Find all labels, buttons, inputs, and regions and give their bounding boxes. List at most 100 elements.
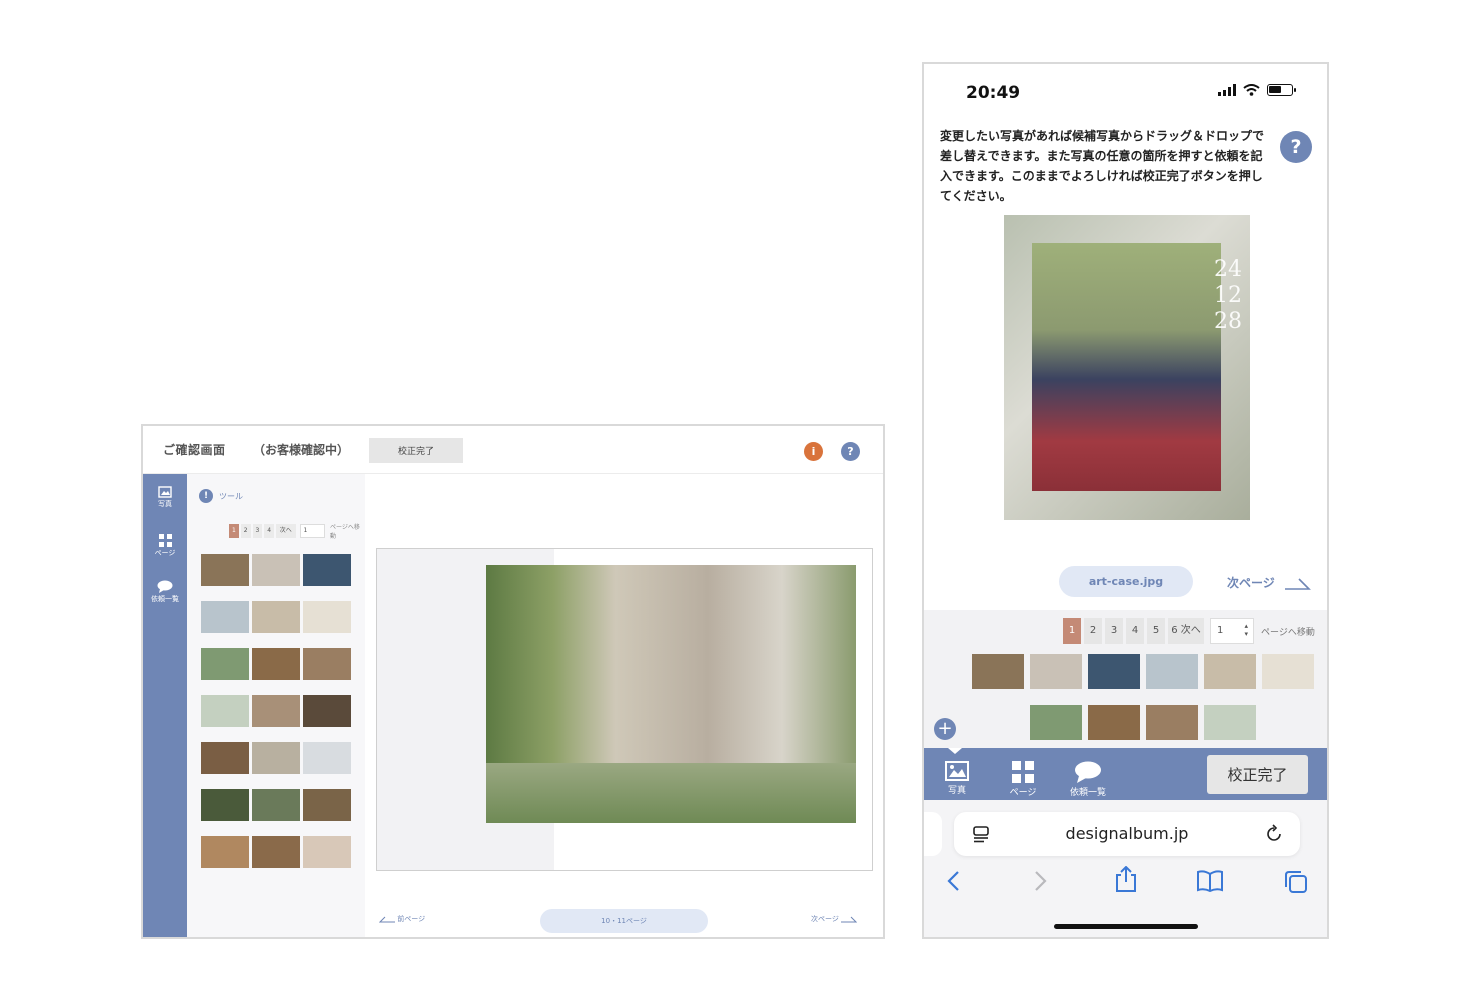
photo-candidate-panel: ! ツール 1 2 3 4 次へ 1 ページへ移動 [187,474,365,937]
photo-thumbnail[interactable] [303,554,351,586]
cover-photo[interactable] [1032,243,1221,491]
photo-thumbnail[interactable] [303,648,351,680]
photo-thumbnail[interactable] [303,601,351,633]
page-1[interactable]: 1 [1063,618,1081,644]
photo-thumbnail[interactable] [201,695,249,727]
speech-bubble-icon [157,580,173,593]
photo-thumbnail[interactable] [303,742,351,774]
photo-thumbnail[interactable] [252,648,300,680]
help-icon[interactable]: ? [841,442,860,461]
photo-thumbnail[interactable] [972,654,1024,689]
photo-thumbnail[interactable] [252,836,300,868]
photo-icon [158,486,172,498]
status-time: 20:49 [966,83,1021,103]
battery-icon [1267,84,1296,96]
photo-thumbnail[interactable] [1030,654,1082,689]
prev-page-link[interactable]: 前ページ [378,914,426,924]
page-3[interactable]: 3 [252,524,263,538]
page-4[interactable]: 4 [264,524,274,538]
photo-thumbnail[interactable] [1146,705,1198,740]
forward-icon[interactable] [1032,870,1048,892]
tabs-icon[interactable] [1284,870,1308,894]
photo-thumbnail[interactable] [1146,654,1198,689]
page-2[interactable]: 2 [240,524,251,538]
photo-thumbnail[interactable] [201,789,249,821]
back-icon[interactable] [946,870,962,892]
review-status: （お客様確認中） [253,443,350,457]
page-2[interactable]: 2 [1084,618,1102,644]
next-page-button[interactable]: 次へ [276,524,296,538]
photo-thumbnail[interactable] [201,742,249,774]
spread-canvas[interactable] [376,548,873,871]
address-bar[interactable]: designalbum.jp [954,812,1300,856]
photo-thumbnail[interactable] [201,601,249,633]
photo-thumbnail[interactable] [1262,654,1314,689]
share-icon[interactable] [1114,866,1138,892]
tab-photos[interactable]: 写真 [941,761,973,796]
rail-item-pages[interactable]: ページ [143,534,187,558]
tab-requests[interactable]: 依頼一覧 [1064,761,1112,798]
active-tab-indicator [948,748,962,754]
photo-thumbnail[interactable] [303,695,351,727]
photo-thumbnail[interactable] [303,836,351,868]
next-page-link[interactable]: 次ページ [811,914,858,924]
help-icon[interactable]: ? [1280,131,1312,163]
desktop-window: ご確認画面 （お客様確認中） 校正完了 i ? 写真 ページ 依頼一覧 ! ツー… [141,424,885,939]
page-move-label[interactable]: ページへ移動 [1261,625,1315,638]
photo-thumbnail[interactable] [303,789,351,821]
bookmarks-icon[interactable] [1196,870,1224,892]
next-page-link[interactable]: 次ページ [1227,574,1311,591]
rail-item-requests[interactable]: 依頼一覧 [143,580,187,604]
speech-bubble-icon [1075,761,1101,783]
photo-thumbnail[interactable] [252,789,300,821]
page-select[interactable]: 1 [1210,618,1254,644]
page-indicator: 10・11ページ [540,909,708,933]
photo-thumbnail[interactable] [252,601,300,633]
photo-thumbnail[interactable] [1204,705,1256,740]
page-3[interactable]: 3 [1105,618,1123,644]
page-select[interactable]: 1 [299,524,325,538]
arrow-right-icon [1284,577,1311,590]
page-1[interactable]: 1 [229,524,239,538]
photo-thumbnail[interactable] [201,648,249,680]
tool-icon[interactable]: ! [199,489,213,503]
info-icon[interactable]: i [804,442,823,461]
photo-thumbnail[interactable] [1088,705,1140,740]
photo-thumbnail[interactable] [1030,705,1082,740]
proof-complete-button[interactable]: 校正完了 [1207,755,1308,794]
photo-floor [486,763,856,823]
rail-item-photos[interactable]: 写真 [143,486,187,509]
tab-pages[interactable]: ページ [1003,761,1043,798]
page-move-label[interactable]: ページへ移動 [330,522,365,540]
bottom-toolbar: 写真 ページ 依頼一覧 校正完了 [924,748,1327,800]
cover-preview[interactable]: 24 12 28 [1004,215,1250,520]
photo-thumbnail[interactable] [252,742,300,774]
date-month: 12 [1214,283,1242,308]
page-4[interactable]: 4 [1126,618,1144,644]
page-5[interactable]: 5 [1147,618,1165,644]
next-page-button[interactable]: 6 次へ [1168,618,1204,644]
pagination: 1 2 3 4 5 6 次へ 1 ページへ移動 [1063,618,1315,644]
home-indicator[interactable] [1054,924,1198,929]
photo-thumbnail[interactable] [201,836,249,868]
status-icons [1218,84,1296,96]
date-day: 28 [1214,309,1242,334]
signal-icon [1218,84,1236,96]
prev-page-label: 前ページ [397,915,426,923]
photo-thumbnail[interactable] [1088,654,1140,689]
tool-label[interactable]: ツール [219,491,243,502]
photo-thumbnail[interactable] [1204,654,1256,689]
file-name-pill: art-case.jpg [1059,566,1193,597]
thumbnail-grid [201,554,353,868]
add-icon[interactable]: + [934,718,956,740]
thumbnail-row [1030,705,1256,740]
photo-thumbnail[interactable] [252,554,300,586]
reload-icon[interactable] [1264,824,1284,844]
photo-thumbnail[interactable] [201,554,249,586]
tab-label: 依頼一覧 [1069,788,1106,798]
spread-photo[interactable] [486,565,856,823]
browser-chrome: designalbum.jp [924,800,1327,937]
previous-tab-edge[interactable] [924,812,942,856]
proof-complete-button[interactable]: 校正完了 [369,438,463,463]
photo-thumbnail[interactable] [252,695,300,727]
